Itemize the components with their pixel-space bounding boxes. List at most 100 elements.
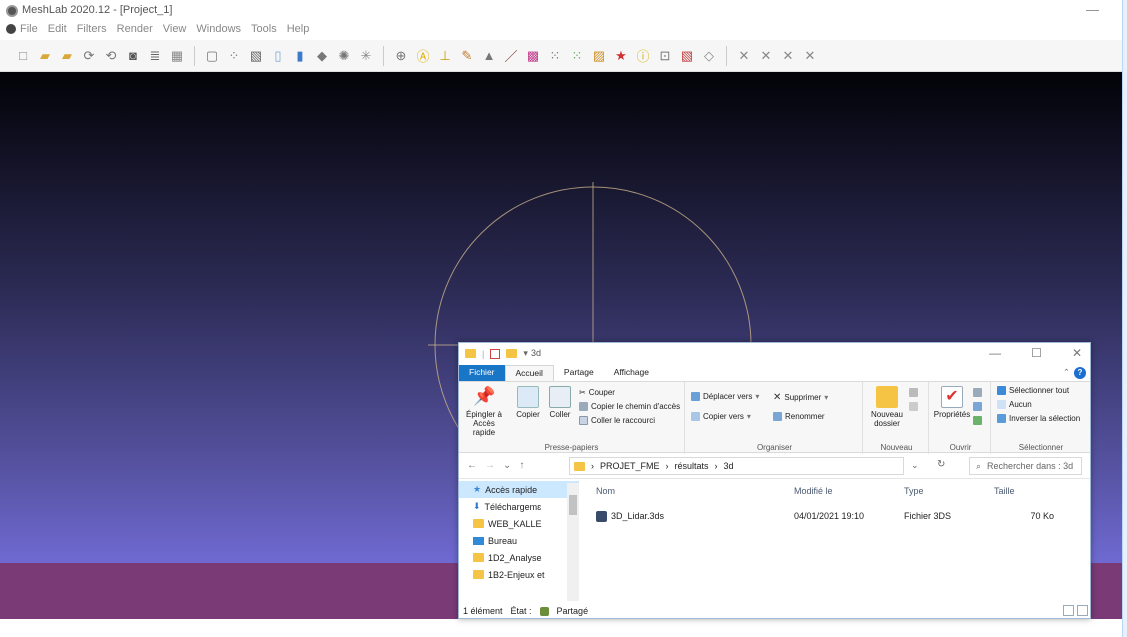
copy-path-button[interactable]: Copier le chemin d'accès (579, 402, 680, 411)
properties-button[interactable]: ✔ Propriétés (933, 386, 971, 419)
recent-chevron-icon[interactable]: ⌄ (503, 460, 511, 471)
menu-windows[interactable]: Windows (196, 23, 241, 35)
raster-icon[interactable]: ▦ (168, 47, 186, 65)
open-project-icon[interactable]: ▰ (36, 47, 54, 65)
menu-filters[interactable]: Filters (77, 23, 107, 35)
pin-quick-access-button[interactable]: 📌 Épingler à Accès rapide (465, 386, 503, 437)
edit-pencil-icon[interactable]: ／ (502, 47, 520, 65)
tab-accueil[interactable]: Accueil (504, 365, 554, 381)
select-vertices-icon[interactable]: ⁙ (568, 47, 586, 65)
nav-item[interactable]: Bureau✱ (459, 532, 579, 549)
measure-icon[interactable]: ⊥ (436, 47, 454, 65)
new-item-button[interactable] (909, 388, 918, 397)
new-folder-button[interactable]: Nouveau dossier (867, 386, 907, 428)
history-button[interactable] (973, 416, 982, 425)
refresh-icon[interactable]: ↻ (937, 459, 945, 470)
reload-all-icon[interactable]: ⟲ (102, 47, 120, 65)
edit-button[interactable] (973, 402, 982, 411)
move-to-button[interactable]: Déplacer vers ▾ (691, 392, 759, 401)
cut-button[interactable]: ✂ Couper (579, 388, 615, 397)
easy-access-button[interactable] (909, 402, 918, 411)
copy-to-button[interactable]: Copier vers ▾ (691, 412, 751, 421)
new-project-icon[interactable]: □ (14, 47, 32, 65)
paste-shortcut-button[interactable]: Coller le raccourci (579, 416, 655, 425)
flat-icon[interactable]: ▯ (269, 47, 287, 65)
file-row[interactable]: 3D_Lidar.3ds 04/01/2021 19:10 Fichier 3DS 7… (584, 507, 1089, 525)
open-button[interactable] (973, 388, 982, 397)
invert-selection-button[interactable]: Inverser la sélection (997, 414, 1080, 423)
new-folder-quick-icon[interactable] (506, 349, 518, 358)
menu-render[interactable]: Render (117, 23, 153, 35)
pick-points-icon[interactable]: ▲ (480, 47, 498, 65)
select-z-icon[interactable]: ✕ (757, 47, 775, 65)
annotation-icon[interactable]: Ⓐ (414, 47, 432, 65)
navigation-scrollbar[interactable] (567, 483, 579, 601)
menu-view[interactable]: View (163, 23, 187, 35)
import-mesh-icon[interactable]: ▰ (58, 47, 76, 65)
delete-vertices-icon[interactable]: ✕ (801, 47, 819, 65)
bbox-icon[interactable]: ▢ (203, 47, 221, 65)
explorer-close-button[interactable]: ✕ (1072, 346, 1082, 360)
search-box[interactable]: ⌕ Rechercher dans : 3d (969, 457, 1082, 475)
snapshot-icon[interactable]: ◙ (124, 47, 142, 65)
wireframe-icon[interactable]: ▧ (247, 47, 265, 65)
breadcrumb-resultats[interactable]: résultats (675, 461, 709, 471)
select-all-button[interactable]: Sélectionner tout (997, 386, 1069, 395)
points-icon[interactable]: ⁘ (225, 47, 243, 65)
tab-affichage[interactable]: Affichage (604, 365, 659, 381)
menu-tools[interactable]: Tools (251, 23, 277, 35)
back-arrow-icon[interactable]: ← (467, 460, 477, 471)
select-faces-icon[interactable]: ⁙ (546, 47, 564, 65)
customize-dropdown-icon[interactable]: ▾ (523, 348, 528, 359)
rename-button[interactable]: Renommer (773, 412, 825, 421)
mutual-info-icon[interactable]: ✕ (735, 47, 753, 65)
select-none-button[interactable]: Aucun (997, 400, 1032, 409)
column-name[interactable]: Nom (584, 486, 794, 496)
manipulator-icon[interactable]: ◇ (700, 47, 718, 65)
column-modified[interactable]: Modifié le (794, 486, 904, 496)
breadcrumb-3d[interactable]: 3d (724, 461, 734, 471)
nav-item[interactable]: ⬇Téléchargemɛ✱ (459, 498, 579, 515)
delete-faces-icon[interactable]: ✕ (779, 47, 797, 65)
explorer-minimize-button[interactable]: — (989, 346, 1001, 360)
minimize-button[interactable]: — (1086, 2, 1099, 17)
reload-icon[interactable]: ⟳ (80, 47, 98, 65)
address-dropdown-icon[interactable]: ⌄ (911, 460, 919, 471)
nav-item[interactable]: 1B2-Enjeux et✱ (459, 566, 579, 583)
copy-button[interactable]: Copier (513, 386, 543, 419)
paint-icon[interactable]: ✎ (458, 47, 476, 65)
breadcrumb-projet-fme[interactable]: PROJET_FME (600, 461, 660, 471)
select-connected-icon[interactable]: ⊡ (656, 47, 674, 65)
reference-icon[interactable]: ★ (612, 47, 630, 65)
nav-item[interactable]: ★ Accès rapide (459, 481, 579, 498)
smooth-icon[interactable]: ▮ (291, 47, 309, 65)
file-explorer-window[interactable]: | ▾ 3d — ☐ ✕ Fichier Accueil Partage Aff… (458, 342, 1091, 619)
paste-button[interactable]: Coller (545, 386, 575, 419)
layers-icon[interactable]: ≣ (146, 47, 164, 65)
delete-button[interactable]: ✕ Supprimer ▾ (773, 392, 828, 403)
ribbon-collapse-icon[interactable]: ⌃ (1063, 367, 1070, 378)
forward-arrow-icon[interactable]: → (485, 460, 495, 471)
align-icon[interactable]: ▨ (590, 47, 608, 65)
details-view-button[interactable] (1063, 605, 1074, 616)
texture-icon[interactable]: ◆ (313, 47, 331, 65)
menu-help[interactable]: Help (287, 23, 310, 35)
tab-fichier[interactable]: Fichier (459, 365, 505, 381)
help-icon[interactable]: ? (1074, 367, 1086, 379)
address-bar[interactable]: › PROJET_FME › résultats › 3d (569, 457, 904, 475)
normals-icon[interactable]: ✳ (357, 47, 375, 65)
scroll-thumb[interactable] (569, 495, 577, 515)
menu-file[interactable]: File (20, 23, 38, 35)
nav-item[interactable]: WEB_KALLE✱ (459, 515, 579, 532)
info-icon[interactable]: ⓘ (634, 47, 652, 65)
sphere-icon[interactable]: ⊕ (392, 47, 410, 65)
column-type[interactable]: Type (904, 486, 994, 496)
menu-edit[interactable]: Edit (48, 23, 67, 35)
select-area-icon[interactable]: ▧ (678, 47, 696, 65)
properties-check-icon[interactable] (490, 348, 501, 359)
light-icon[interactable]: ✺ (335, 47, 353, 65)
explorer-maximize-button[interactable]: ☐ (1031, 346, 1042, 360)
up-arrow-icon[interactable]: ↑ (519, 460, 524, 471)
column-size[interactable]: Taille (994, 486, 1054, 496)
nav-item[interactable]: 1D2_Analyse✱ (459, 549, 579, 566)
